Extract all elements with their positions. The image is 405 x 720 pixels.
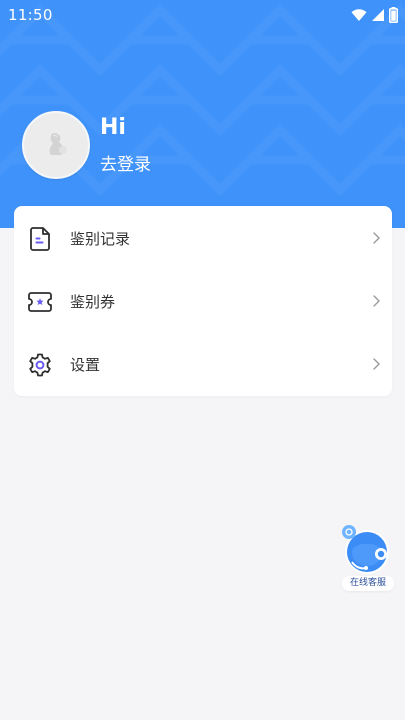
status-icons	[351, 6, 398, 24]
status-bar: 11:50	[0, 0, 405, 30]
menu-item-coupons[interactable]: 鉴别券	[14, 270, 392, 333]
ticket-icon	[27, 289, 53, 315]
chevron-right-icon	[373, 358, 380, 370]
gear-icon	[27, 352, 53, 378]
user-avatar-placeholder-icon	[49, 132, 67, 155]
login-link[interactable]: 去登录	[100, 150, 151, 175]
chevron-right-icon	[373, 232, 380, 244]
headset-icon	[342, 525, 389, 574]
menu-item-settings[interactable]: 设置	[14, 333, 392, 396]
menu-item-records[interactable]: 鉴别记录	[14, 207, 392, 270]
menu-label: 鉴别券	[70, 293, 116, 311]
document-icon	[27, 226, 53, 252]
menu-label: 设置	[70, 356, 101, 374]
greeting-text: Hi	[100, 115, 126, 140]
status-time: 11:50	[8, 6, 53, 24]
customer-service-label: 在线客服	[342, 576, 394, 591]
battery-icon	[389, 7, 398, 23]
chevron-right-icon	[373, 295, 380, 307]
profile-header: 11:50 Hi 去登录	[0, 0, 405, 228]
avatar[interactable]	[22, 111, 90, 179]
menu-label: 鉴别记录	[70, 230, 131, 248]
menu-card: 鉴别记录 鉴别券 设置	[14, 206, 392, 396]
customer-service-button[interactable]: 在线客服	[338, 522, 396, 594]
cellular-signal-icon	[372, 9, 384, 21]
wifi-icon	[351, 9, 367, 21]
